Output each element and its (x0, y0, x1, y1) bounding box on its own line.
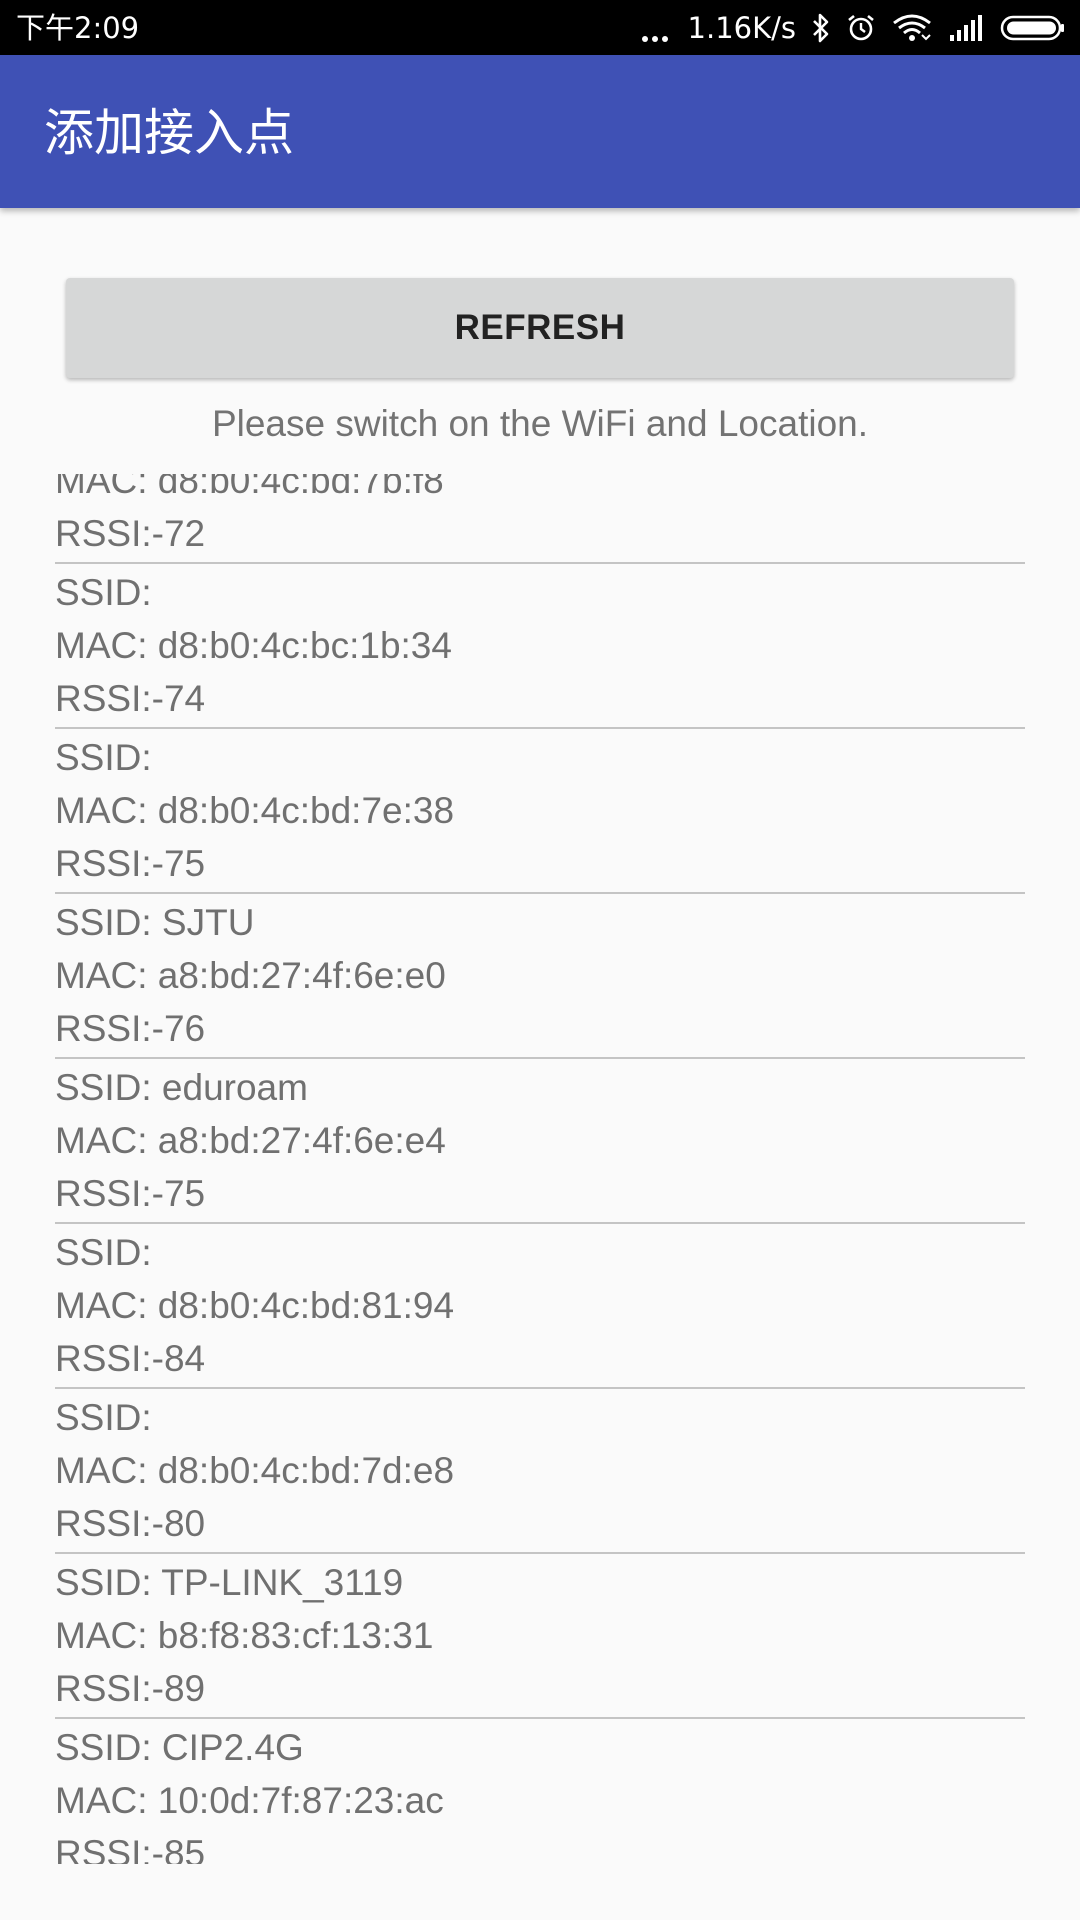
rssi-label: RSSI:-74 (55, 678, 206, 719)
list-item[interactable]: SSID: eduroam MAC: a8:bd:27:4f:6e:e4 RSS… (55, 1061, 1025, 1224)
status-icons: 1.16K/s (641, 9, 1066, 47)
list-item[interactable]: SSID: MAC: d8:b0:4c:bd:7e:38 RSSI:-75 (55, 731, 1025, 894)
app-bar: 添加接入点 (0, 55, 1080, 208)
rssi-label: RSSI:-84 (55, 1338, 206, 1379)
network-speed: 1.16K/s (687, 11, 796, 45)
ssid-label: SSID: (55, 737, 152, 778)
ssid-label: SSID: (55, 572, 152, 613)
wifi-icon (893, 14, 931, 41)
mac-label: MAC: d8:b0:4c:bd:7e:38 (55, 790, 455, 831)
mac-label: MAC: a8:bd:27:4f:6e:e4 (55, 1120, 446, 1161)
status-bar: 下午2:09 1.16K/s (0, 0, 1080, 55)
rssi-label: RSSI:-72 (55, 513, 206, 554)
rssi-label: RSSI:-85 (55, 1833, 206, 1864)
refresh-button-label: REFRESH (454, 308, 626, 347)
list-item[interactable]: SSID: MAC: d8:b0:4c:bd:7b:f8 RSSI:-72 (55, 474, 1025, 564)
hint-text: Please switch on the WiFi and Location. (211, 403, 869, 444)
list-item[interactable]: SSID: TP-LINK_3119 MAC: b8:f8:83:cf:13:3… (55, 1556, 1025, 1719)
more-dots-icon (641, 14, 672, 42)
status-time: 下午2:09 (16, 11, 140, 45)
mac-label: MAC: d8:b0:4c:bd:81:94 (55, 1285, 455, 1326)
cellular-signal-icon (950, 15, 982, 41)
mac-label: MAC: a8:bd:27:4f:6e:e0 (55, 955, 446, 996)
list-item[interactable]: SSID: SJTU MAC: a8:bd:27:4f:6e:e0 RSSI:-… (55, 896, 1025, 1059)
mac-label: MAC: b8:f8:83:cf:13:31 (55, 1615, 434, 1656)
mac-label: MAC: d8:b0:4c:bc:1b:34 (55, 625, 452, 666)
mac-label: MAC: d8:b0:4c:bd:7d:e8 (55, 1450, 455, 1491)
list-item[interactable]: SSID: MAC: d8:b0:4c:bc:1b:34 RSSI:-74 (55, 566, 1025, 729)
list-item[interactable]: SSID: MAC: d8:b0:4c:bd:81:94 RSSI:-84 (55, 1226, 1025, 1389)
mac-label: MAC: 10:0d:7f:87:23:ac (55, 1780, 444, 1821)
battery-icon (1000, 15, 1064, 41)
alarm-icon (848, 14, 874, 41)
ssid-label: SSID: TP-LINK_3119 (55, 1562, 404, 1603)
ssid-label: SSID: (55, 1397, 152, 1438)
access-point-list-inner: SSID: MAC: d8:b0:4c:bd:7b:f8 RSSI:-72 SS… (55, 474, 1025, 1864)
ssid-label: SSID: (55, 1232, 152, 1273)
refresh-button[interactable]: REFRESH (66, 278, 1014, 378)
page-title: 添加接入点 (44, 104, 294, 162)
screen: 下午2:09 1.16K/s 添加接入点 REFRESH Please swit… (0, 0, 1080, 1920)
bluetooth-icon (813, 13, 829, 43)
list-item[interactable]: SSID: CIP2.4G MAC: 10:0d:7f:87:23:ac RSS… (55, 1721, 1025, 1864)
rssi-label: RSSI:-75 (55, 843, 206, 884)
ssid-label: SSID: CIP2.4G (55, 1727, 304, 1768)
rssi-label: RSSI:-80 (55, 1503, 206, 1544)
access-point-list[interactable]: SSID: MAC: d8:b0:4c:bd:7b:f8 RSSI:-72 SS… (55, 474, 1025, 1864)
rssi-label: RSSI:-76 (55, 1008, 206, 1049)
ssid-label: SSID: eduroam (55, 1067, 308, 1108)
list-item[interactable]: SSID: MAC: d8:b0:4c:bd:7d:e8 RSSI:-80 (55, 1391, 1025, 1554)
mac-label: MAC: d8:b0:4c:bd:7b:f8 (55, 474, 444, 501)
rssi-label: RSSI:-75 (55, 1173, 206, 1214)
ssid-label: SSID: SJTU (55, 902, 255, 943)
rssi-label: RSSI:-89 (55, 1668, 206, 1709)
